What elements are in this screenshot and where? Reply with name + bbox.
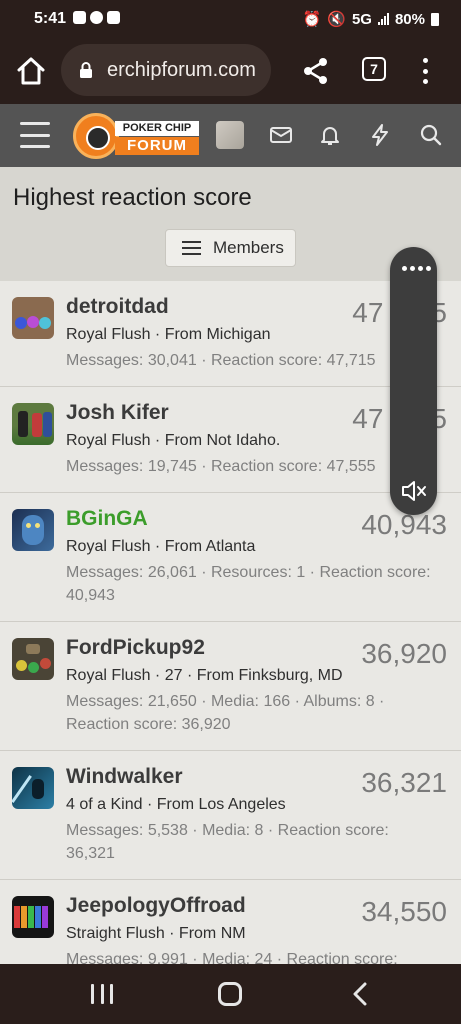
floating-media-control[interactable] — [390, 247, 437, 515]
system-nav-bar — [0, 964, 461, 1024]
member-info: Royal Flush · From Michigan — [66, 326, 271, 343]
status-right: ⏰ 🔇 5G 80% — [303, 10, 439, 28]
poker-chip-icon — [73, 113, 119, 159]
member-info: Royal Flush · 27 · From Finksburg, MD — [66, 667, 343, 684]
member-stats: Messages: 19,745 · Reaction score: 47,55… — [66, 458, 376, 475]
member-info: Straight Flush · From NM — [66, 925, 246, 942]
list-item[interactable]: JeepologyOffroad 34,550 Straight Flush ·… — [0, 880, 461, 964]
bell-icon[interactable] — [318, 123, 342, 147]
member-score: 36,321 — [361, 767, 447, 798]
member-avatar[interactable] — [12, 638, 54, 680]
member-name[interactable]: FordPickup92 — [66, 636, 205, 660]
member-stats: Messages: 26,061 · Resources: 1 · Reacti… — [66, 564, 431, 604]
facebook-icon — [90, 11, 103, 24]
member-score: 40,943 — [361, 509, 447, 540]
member-avatar[interactable] — [12, 509, 54, 551]
lightning-icon[interactable] — [368, 123, 392, 147]
alarm-icon: ⏰ — [302, 11, 322, 28]
home-icon[interactable] — [14, 54, 48, 88]
ring-app-icon — [73, 11, 86, 24]
list-item[interactable]: BGinGA 40,943 Royal Flush · From Atlanta… — [0, 493, 461, 622]
member-avatar[interactable] — [12, 297, 54, 339]
list-icon — [182, 241, 201, 255]
network-label: 5G — [351, 10, 372, 28]
member-avatar[interactable] — [12, 896, 54, 938]
mail-icon[interactable] — [269, 123, 293, 147]
member-stats: Messages: 30,041 · Reaction score: 47,71… — [66, 352, 376, 369]
member-name[interactable]: detroitdad — [66, 295, 169, 319]
member-info: Royal Flush · From Atlanta — [66, 538, 256, 555]
user-avatar[interactable] — [216, 121, 244, 149]
share-icon[interactable] — [300, 55, 332, 87]
list-item[interactable]: Windwalker 36,321 4 of a Kind · From Los… — [0, 751, 461, 880]
member-name[interactable]: Windwalker — [66, 765, 183, 789]
notification-icons — [73, 11, 120, 24]
status-time: 5:41 — [34, 10, 67, 27]
recent-apps-icon[interactable] — [91, 984, 113, 1004]
site-logo[interactable]: POKER CHIP FORUM — [73, 113, 199, 159]
battery-label: 80% — [394, 10, 425, 28]
tab-switcher-button[interactable]: 7 — [362, 57, 386, 81]
member-avatar[interactable] — [12, 403, 54, 445]
volume-mute-icon[interactable] — [400, 479, 428, 503]
home-nav-icon[interactable] — [218, 982, 242, 1006]
list-item[interactable]: FordPickup92 36,920 Royal Flush · 27 · F… — [0, 622, 461, 751]
signal-icon — [377, 13, 389, 25]
member-name[interactable]: BGinGA — [66, 507, 148, 531]
member-name[interactable]: JeepologyOffroad — [66, 894, 246, 918]
member-name[interactable]: Josh Kifer — [66, 401, 169, 425]
news-icon — [107, 11, 120, 24]
logo-line2: FORUM — [115, 137, 199, 155]
members-button[interactable]: Members — [165, 229, 296, 267]
members-button-label: Members — [213, 238, 284, 257]
site-header: POKER CHIP FORUM — [0, 104, 461, 167]
member-stats: Messages: 21,650 · Media: 166 · Albums: … — [66, 693, 385, 733]
member-score: 34,550 — [361, 896, 447, 927]
logo-line1: POKER CHIP — [115, 121, 199, 136]
member-score: 36,920 — [361, 638, 447, 669]
more-options-icon[interactable] — [402, 266, 431, 271]
back-icon[interactable] — [350, 982, 372, 1006]
hamburger-menu-icon[interactable] — [20, 122, 50, 148]
battery-icon — [431, 12, 439, 26]
url-text: erchipforum.com — [107, 58, 256, 81]
member-stats: Messages: 5,538 · Media: 8 · Reaction sc… — [66, 822, 389, 862]
member-info: Royal Flush · From Not Idaho. — [66, 432, 281, 449]
page-title: Highest reaction score — [13, 184, 252, 211]
member-avatar[interactable] — [12, 767, 54, 809]
lock-icon — [80, 62, 92, 78]
status-bar: 5:41 ⏰ 🔇 5G 80% — [0, 0, 461, 38]
browser-toolbar: erchipforum.com 7 — [0, 38, 461, 104]
member-info: 4 of a Kind · From Los Angeles — [66, 796, 286, 813]
address-bar[interactable]: erchipforum.com — [61, 44, 271, 96]
search-icon[interactable] — [419, 123, 443, 147]
browser-menu-icon[interactable] — [415, 55, 435, 87]
mute-status-icon: 🔇 — [327, 11, 346, 28]
member-stats: Messages: 9,991 · Media: 24 · Reaction s… — [66, 951, 398, 964]
